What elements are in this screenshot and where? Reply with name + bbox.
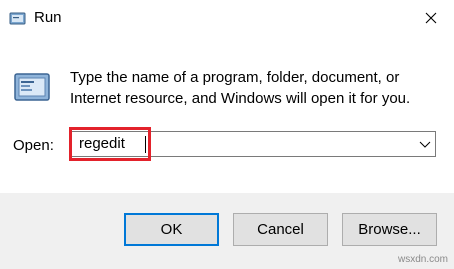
browse-button[interactable]: Browse... — [342, 213, 437, 246]
close-icon — [425, 12, 437, 24]
run-dialog: Run Type the name of a program, folder, … — [0, 0, 454, 269]
cancel-button[interactable]: Cancel — [233, 213, 328, 246]
chevron-down-icon[interactable] — [419, 139, 431, 149]
open-label: Open: — [13, 137, 54, 154]
dialog-description: Type the name of a program, folder, docu… — [70, 69, 411, 107]
dialog-content: Type the name of a program, folder, docu… — [0, 38, 454, 193]
ok-button[interactable]: OK — [124, 213, 219, 246]
close-button[interactable] — [408, 0, 454, 36]
title-bar: Run — [0, 0, 454, 38]
text-caret — [145, 136, 146, 153]
open-input[interactable]: regedit — [79, 135, 125, 153]
window-title: Run — [34, 9, 62, 26]
run-program-icon — [14, 73, 50, 101]
button-bar: OK Cancel Browse... wsxdn.com — [0, 193, 454, 269]
open-combobox[interactable]: regedit — [69, 131, 436, 157]
watermark: wsxdn.com — [397, 254, 448, 265]
run-icon — [9, 12, 26, 25]
